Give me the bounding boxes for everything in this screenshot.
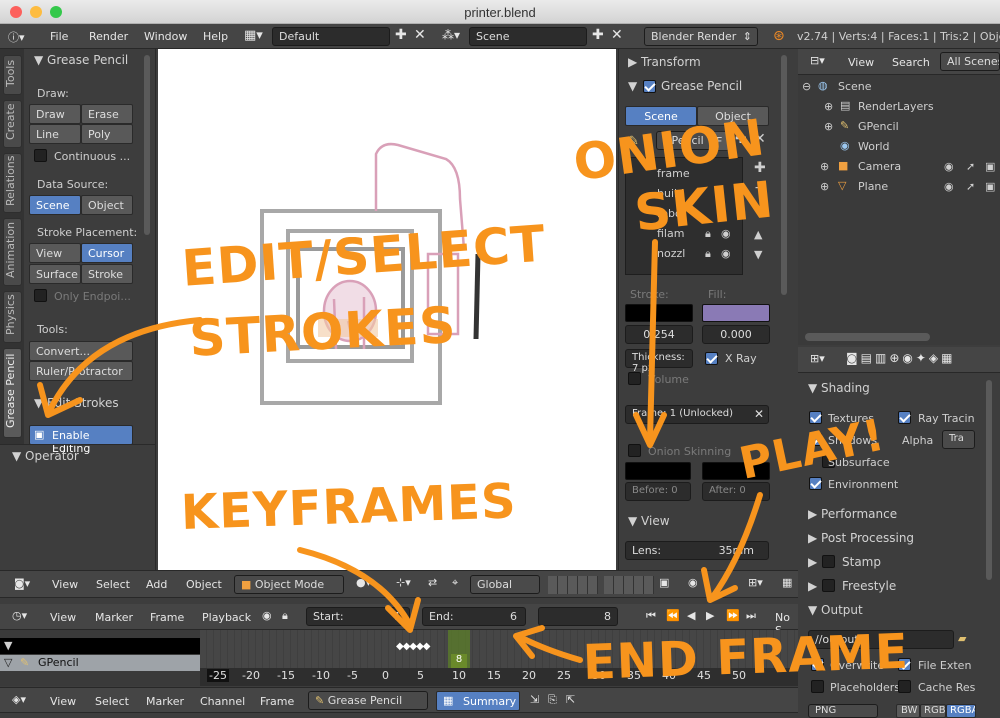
arrow-play xyxy=(709,492,763,601)
arrow-edit-strokes xyxy=(47,317,203,413)
annotation-arrows xyxy=(37,239,763,663)
annotation-keyframes: KEYFRAMES xyxy=(180,473,518,541)
annotation-end-frame: END FRAME xyxy=(582,623,910,691)
arrow-onion-skin xyxy=(647,239,658,443)
